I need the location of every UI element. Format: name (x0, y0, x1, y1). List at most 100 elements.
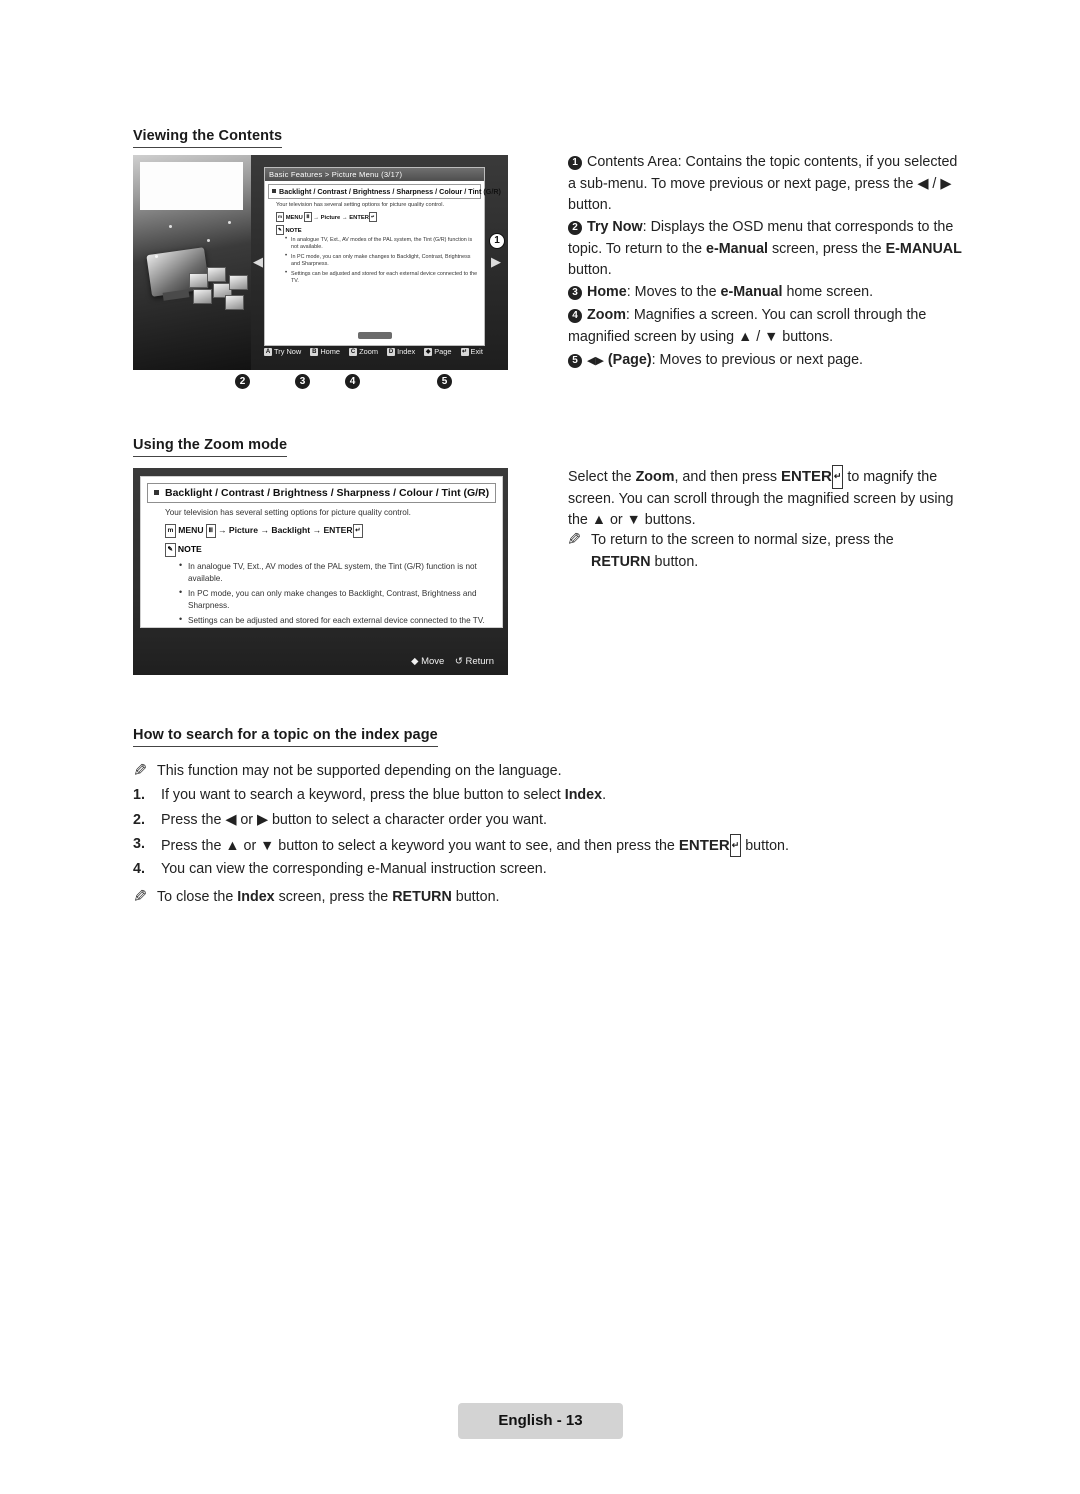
note-pencil-icon: ✎ (133, 887, 148, 906)
artwork-sparkle (228, 221, 231, 224)
bottom-bar-item-page[interactable]: ◆ Page (424, 347, 451, 356)
label-home: Home (587, 284, 627, 300)
bottom-bar-item-zoom[interactable]: C Zoom (349, 347, 378, 356)
figure-emanual-contents-screen: ◀ ▶ Basic Features > Picture Menu (3/17)… (133, 155, 508, 370)
note-item: Settings can be adjusted and stored for … (285, 270, 478, 286)
list-number: 1. (133, 787, 145, 803)
artwork-thumb (229, 275, 248, 290)
list-item: 4. You can view the corresponding e-Manu… (133, 859, 913, 880)
topic-subtext: Your television has several setting opti… (276, 202, 445, 208)
artwork-sparkle (207, 239, 210, 242)
prev-page-arrow-icon[interactable]: ◀ (253, 254, 263, 270)
red-key-icon: A (264, 348, 272, 356)
menu-key-icon: m (276, 212, 285, 222)
menu-key-icon: m (165, 524, 176, 538)
index-language-note: This function may not be supported depen… (157, 763, 562, 779)
bottom-bar-item-home[interactable]: B Home (310, 347, 340, 356)
figure-bottom-bar: A Try Now B Home C Zoom D Index ◆ Page ↵ Exit (264, 347, 483, 356)
artwork-thumb (225, 295, 244, 310)
topic-subtext: Your television has several setting opti… (165, 508, 411, 517)
artwork-sparkle (169, 225, 172, 228)
breadcrumb: Basic Features > Picture Menu (3/17) (265, 168, 484, 181)
list-number: 4. (133, 861, 145, 877)
menu-path: m MENU Ⅲ → Picture → ENTER ↵ (276, 212, 377, 222)
callout-number-5: 5 (568, 354, 582, 368)
callout-number-4: 4 (568, 309, 582, 323)
emanual-contents-panel: Basic Features > Picture Menu (3/17) Bac… (264, 167, 501, 346)
enter-glyph-icon: ↵ (831, 465, 844, 489)
list-number: 3. (133, 836, 145, 852)
scroll-pill[interactable] (357, 332, 392, 339)
zoom-return-note: To return to the screen to normal size, … (591, 532, 894, 570)
callout-description-3: 3 Home: Moves to the e-Manual home screen… (568, 282, 968, 304)
list-item: 1. If you want to search a keyword, pres… (133, 785, 913, 806)
figure-left-artwork (133, 155, 251, 370)
artwork-thumb (207, 267, 226, 282)
manual-page: Viewing the Contents ◀ ▶ Basic Features … (0, 0, 1080, 1494)
enter-glyph-icon: ↵ (352, 524, 364, 538)
note-pencil-icon: ✎ (165, 543, 176, 557)
page-arrows-icon: ◆ (424, 348, 433, 356)
section-title-index-search: How to search for a topic on the index p… (133, 727, 438, 747)
menu-glyph-icon: Ⅲ (205, 524, 216, 538)
note-item: In analogue TV, Ext., AV modes of the PA… (285, 236, 478, 252)
exit-key-icon: ↵ (460, 348, 469, 356)
bottom-bar-item-index[interactable]: D Index (387, 347, 415, 356)
note-heading: ✎ NOTE (276, 225, 302, 235)
artwork-sparkle (155, 255, 158, 258)
callout-badge-2: 2 (235, 374, 250, 389)
bullet-square-icon (272, 189, 276, 193)
move-hint: ◆ Move (411, 656, 445, 667)
note-pencil-icon: ✎ (276, 225, 284, 235)
note-item: Settings can be adjusted and stored for … (179, 614, 486, 627)
note-heading: ✎ NOTE (165, 543, 492, 557)
callout-number-1: 1 (568, 156, 582, 170)
page-arrows-icon: ◀▶ (587, 355, 604, 367)
list-item: 3. Press the ▲ or ▼ button to select a k… (133, 834, 953, 857)
callout-badge-4: 4 (345, 374, 360, 389)
page-footer: English - 13 (458, 1403, 623, 1439)
callout-badge-3: 3 (295, 374, 310, 389)
bullet-square-icon (154, 490, 159, 495)
artwork-thumb (189, 273, 208, 288)
note-pencil-icon: ✎ (567, 530, 582, 549)
next-page-arrow-icon[interactable]: ▶ (491, 254, 501, 270)
topic-title-row: Backlight / Contrast / Brightness / Shar… (268, 184, 501, 199)
menu-path: m MENU Ⅲ → Picture → Backlight → ENTER ↵ (165, 524, 492, 538)
artwork-white-panel (140, 162, 243, 210)
index-close-note: To close the Index screen, press the RET… (157, 889, 500, 905)
menu-glyph-icon: Ⅲ (304, 212, 312, 222)
callout-description-2: 2 Try Now: Displays the OSD menu that cor… (568, 219, 962, 278)
artwork-thumb (193, 289, 212, 304)
blue-key-icon: D (387, 348, 396, 356)
enter-glyph-icon: ↵ (729, 834, 742, 857)
enter-glyph-icon: ↵ (368, 212, 377, 222)
zoom-mode-panel: Backlight / Contrast / Brightness / Shar… (140, 476, 503, 628)
return-hint[interactable]: ↺ Return (455, 656, 494, 667)
label-zoom: Zoom (587, 307, 626, 323)
bottom-bar-item-try-now[interactable]: A Try Now (264, 347, 301, 356)
callout-description-5: 5 ◀▶ (Page): Moves to previous or next pa… (568, 350, 978, 373)
zoom-bottom-bar: ◆ Move ↺ Return (411, 656, 494, 667)
list-number: 2. (133, 812, 145, 828)
callout-description-4: 4 Zoom: Magnifies a screen. You can scrol… (568, 307, 927, 345)
list-item: 2. Press the ◀ or ▶ button to select a c… (133, 810, 913, 831)
figure-zoom-mode-screen: Backlight / Contrast / Brightness / Shar… (133, 468, 508, 675)
section-title-viewing-contents: Viewing the Contents (133, 128, 283, 148)
page-number-label: English - 13 (498, 1412, 583, 1429)
topic-title-row: Backlight / Contrast / Brightness / Shar… (147, 483, 496, 503)
note-pencil-icon: ✎ (133, 761, 148, 780)
bottom-bar-item-exit[interactable]: ↵ Exit (460, 347, 483, 356)
green-key-icon: B (310, 348, 319, 356)
note-item: In analogue TV, Ext., AV modes of the PA… (179, 560, 486, 584)
zoom-instructions: Select the Zoom, and then press ENTER ↵ t… (568, 465, 968, 532)
note-item: In PC mode, you can only make changes to… (179, 587, 486, 611)
callout-number-2: 2 (568, 221, 582, 235)
yellow-key-icon: C (349, 348, 358, 356)
callout-badge-5: 5 (437, 374, 452, 389)
callout-badge-1: 1 (489, 233, 505, 249)
note-item: In PC mode, you can only make changes to… (285, 253, 478, 269)
callout-number-3: 3 (568, 286, 582, 300)
label-try-now: Try Now (587, 219, 643, 235)
callout-description-1: 1 Contents Area: Contains the topic conte… (568, 154, 958, 213)
